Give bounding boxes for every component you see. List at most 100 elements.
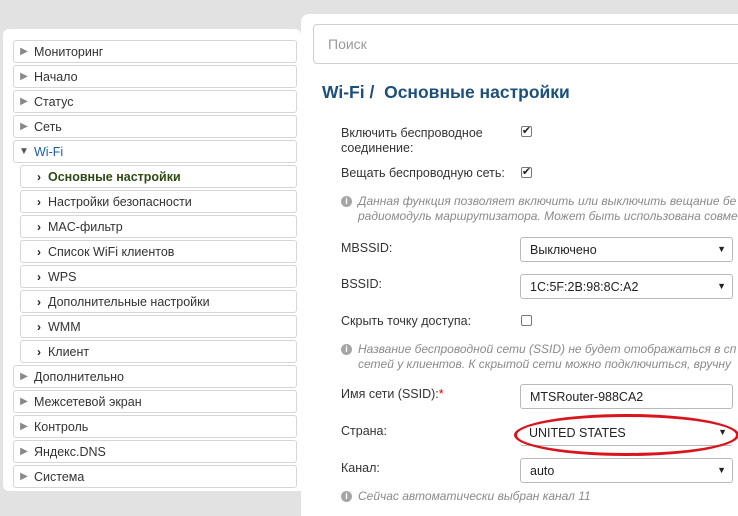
hint-text: радиомодуль маршрутизатора. Может быть и… xyxy=(358,209,738,223)
expand-arrow-icon: ▶ xyxy=(20,121,28,132)
sidebar-item-label: Система xyxy=(34,469,85,484)
hide-ap-label: Скрыть точку доступа: xyxy=(341,314,472,328)
expand-arrow-icon: ▶ xyxy=(20,96,28,107)
sidebar-item-label: Основные настройки xyxy=(48,169,181,184)
enable-wireless-label: Включить беспроводное соединение: xyxy=(341,126,483,156)
hint-text: Данная функция позволяет включить или вы… xyxy=(358,194,737,208)
expand-arrow-icon: ▶ xyxy=(20,421,28,432)
expand-arrow-icon: ▶ xyxy=(20,446,28,457)
sidebar-item-label: Контроль xyxy=(34,419,89,434)
expand-arrow-icon: ▶ xyxy=(20,71,28,82)
sidebar-item-control[interactable]: ▶ Контроль xyxy=(13,415,297,438)
caret-down-icon: ▼ xyxy=(718,427,727,437)
bssid-label: BSSID: xyxy=(341,277,382,291)
main-panel: Wi-Fi / Основные настройки Включить бесп… xyxy=(301,14,738,516)
caret-down-icon: ▼ xyxy=(717,244,726,254)
chevron-right-icon: › xyxy=(37,269,41,284)
chevron-right-icon: › xyxy=(37,169,41,184)
page-title: Wi-Fi / Основные настройки xyxy=(322,82,570,103)
expand-arrow-icon: ▶ xyxy=(20,46,28,57)
broadcast-checkbox[interactable]: ✔ xyxy=(521,167,532,178)
select-value: Выключено xyxy=(530,242,597,257)
sidebar: ▶ Мониторинг ▶ Начало ▶ Статус ▶ Сеть ▼ … xyxy=(3,29,301,491)
sidebar-item-wifi[interactable]: ▼ Wi-Fi xyxy=(13,140,297,163)
sidebar-item-yandex-dns[interactable]: ▶ Яндекс.DNS xyxy=(13,440,297,463)
sidebar-item-label: Настройки безопасности xyxy=(48,194,192,209)
sidebar-item-firewall[interactable]: ▶ Межсетевой экран xyxy=(13,390,297,413)
sidebar-item-label: Статус xyxy=(34,94,74,109)
sidebar-item-network[interactable]: ▶ Сеть xyxy=(13,115,297,138)
select-value: 1C:5F:2B:98:8C:A2 xyxy=(530,279,639,294)
ssid-label: Имя сети (SSID):* xyxy=(341,387,444,402)
chevron-right-icon: › xyxy=(37,344,41,359)
info-icon: i xyxy=(341,196,352,207)
page-title-text: Основные настройки xyxy=(384,82,570,102)
check-icon: ✔ xyxy=(521,166,532,178)
hint-text: сетей у клиентов. К скрытой сети можно п… xyxy=(358,357,732,371)
sidebar-item-advanced[interactable]: ▶ Дополнительно xyxy=(13,365,297,388)
hint-text: Название беспроводной сети (SSID) не буд… xyxy=(358,342,737,356)
check-icon: ✔ xyxy=(521,125,532,137)
hide-ap-hint: i Название беспроводной сети (SSID) не бу… xyxy=(341,342,738,372)
channel-label: Канал: xyxy=(341,461,380,475)
sidebar-item-label: Межсетевой экран xyxy=(34,394,142,409)
sidebar-item-label: Список WiFi клиентов xyxy=(48,244,175,259)
info-icon: i xyxy=(341,491,352,502)
info-icon: i xyxy=(341,344,352,355)
search-input[interactable] xyxy=(313,24,738,64)
enable-wireless-label-line2: соединение: xyxy=(341,141,414,155)
sidebar-item-label: Начало xyxy=(34,69,78,84)
caret-down-icon: ▼ xyxy=(717,465,726,475)
sidebar-item-start[interactable]: ▶ Начало xyxy=(13,65,297,88)
enable-wireless-label-line1: Включить беспроводное xyxy=(341,126,483,140)
ssid-input[interactable]: MTSRouter-988CA2 xyxy=(520,384,733,409)
sidebar-item-status[interactable]: ▶ Статус xyxy=(13,90,297,113)
sidebar-item-label: WMM xyxy=(48,319,81,334)
sidebar-subitem-basic-settings[interactable]: › Основные настройки xyxy=(20,165,297,188)
channel-hint: i Сейчас автоматически выбран канал 11 xyxy=(341,489,738,504)
chevron-right-icon: › xyxy=(37,194,41,209)
collapse-arrow-icon: ▼ xyxy=(19,146,29,157)
sidebar-item-label: MAC-фильтр xyxy=(48,219,123,234)
sidebar-subitem-wifi-clients[interactable]: › Список WiFi клиентов xyxy=(20,240,297,263)
sidebar-subitem-mac-filter[interactable]: › MAC-фильтр xyxy=(20,215,297,238)
country-label: Страна: xyxy=(341,424,387,438)
sidebar-item-label: Яндекс.DNS xyxy=(34,444,106,459)
expand-arrow-icon: ▶ xyxy=(20,471,28,482)
sidebar-subitem-wmm[interactable]: › WMM xyxy=(20,315,297,338)
expand-arrow-icon: ▶ xyxy=(20,396,28,407)
sidebar-subitem-wps[interactable]: › WPS xyxy=(20,265,297,288)
expand-arrow-icon: ▶ xyxy=(20,371,28,382)
hint-text: Сейчас автоматически выбран канал 11 xyxy=(358,489,591,503)
chevron-right-icon: › xyxy=(37,244,41,259)
breadcrumb-wifi[interactable]: Wi-Fi / xyxy=(322,82,374,102)
broadcast-hint: i Данная функция позволяет включить или в… xyxy=(341,194,738,224)
channel-select[interactable]: auto ▼ xyxy=(520,458,733,483)
chevron-right-icon: › xyxy=(37,294,41,309)
select-value: UNITED STATES xyxy=(529,426,626,440)
ssid-value: MTSRouter-988CA2 xyxy=(530,389,644,404)
sidebar-subitem-security-settings[interactable]: › Настройки безопасности xyxy=(20,190,297,213)
hide-ap-checkbox[interactable] xyxy=(521,315,532,326)
sidebar-item-label: Дополнительные настройки xyxy=(48,294,210,309)
sidebar-item-monitoring[interactable]: ▶ Мониторинг xyxy=(13,40,297,63)
sidebar-item-label: Wi-Fi xyxy=(34,144,64,159)
sidebar-menu: ▶ Мониторинг ▶ Начало ▶ Статус ▶ Сеть ▼ … xyxy=(13,40,297,490)
chevron-right-icon: › xyxy=(37,219,41,234)
bssid-select[interactable]: 1C:5F:2B:98:8C:A2 ▼ xyxy=(520,274,733,299)
country-select[interactable]: UNITED STATES ▼ xyxy=(520,421,733,446)
sidebar-item-label: WPS xyxy=(48,269,77,284)
mbssid-select[interactable]: Выключено ▼ xyxy=(520,237,733,262)
ssid-label-text: Имя сети (SSID): xyxy=(341,387,439,401)
broadcast-label: Вещать беспроводную сеть: xyxy=(341,166,505,180)
sidebar-item-system[interactable]: ▶ Система xyxy=(13,465,297,488)
chevron-right-icon: › xyxy=(37,319,41,334)
select-value: auto xyxy=(530,463,555,478)
sidebar-subitem-client[interactable]: › Клиент xyxy=(20,340,297,363)
enable-wireless-checkbox[interactable]: ✔ xyxy=(521,126,532,137)
required-mark: * xyxy=(438,387,444,401)
sidebar-item-label: Сеть xyxy=(34,119,62,134)
sidebar-subitem-advanced-settings[interactable]: › Дополнительные настройки xyxy=(20,290,297,313)
sidebar-item-label: Клиент xyxy=(48,344,90,359)
sidebar-item-label: Дополнительно xyxy=(34,369,124,384)
